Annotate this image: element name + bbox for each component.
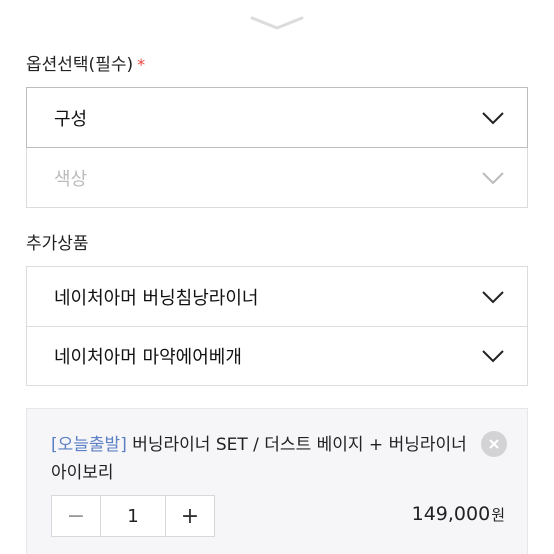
item-price: 149,000원 [412,503,505,525]
chevron-down-icon [482,350,504,363]
addon-select-label: 네이처아머 버닝침낭라이너 [54,287,259,309]
chevron-down-icon [482,290,504,303]
option-panel: 옵션선택(필수) * 구성 색상 추가상품 네이처아머 버닝침낭라이너 네이처아머… [0,0,554,554]
shipping-tag: [오늘출발] [51,435,127,455]
close-icon [489,439,499,449]
price-currency: 원 [491,506,505,524]
addon-select-sleeping-liner[interactable]: 네이처아머 버닝침낭라이너 [27,267,527,326]
chevron-down-icon [250,16,304,30]
addon-select-air-pillow[interactable]: 네이처아머 마약에어베개 [27,326,527,385]
remove-item-button[interactable] [481,431,507,457]
chevron-down-icon [482,171,504,184]
price-amount: 149,000 [411,503,491,525]
selected-item-name: [오늘출발] 버닝라이너 SET / 더스트 베이지 + 버닝라이너 아이보리 [51,431,471,487]
option-select-composition[interactable]: 구성 [26,87,528,148]
option-select-color: 색상 [26,148,528,208]
addon-select-label: 네이처아머 마약에어베개 [54,347,242,368]
required-mark: * [137,55,146,74]
quantity-stepper: − 1 + [51,495,215,537]
option-select-value: 구성 [54,108,88,130]
option-label-text: 옵션선택(필수) [26,55,134,75]
selected-item-card: [오늘출발] 버닝라이너 SET / 더스트 베이지 + 버닝라이너 아이보리 … [26,408,528,554]
addon-list: 네이처아머 버닝침낭라이너 네이처아머 마약에어베개 [26,266,528,386]
chevron-down-icon [482,111,504,124]
quantity-value[interactable]: 1 [100,496,166,536]
addon-section-label: 추가상품 [26,234,89,254]
decrease-quantity-button[interactable]: − [52,496,100,536]
increase-quantity-button[interactable]: + [166,496,214,536]
option-section-label: 옵션선택(필수) * [26,50,145,75]
collapse-handle[interactable] [248,12,306,34]
option-select-value: 색상 [54,168,88,190]
